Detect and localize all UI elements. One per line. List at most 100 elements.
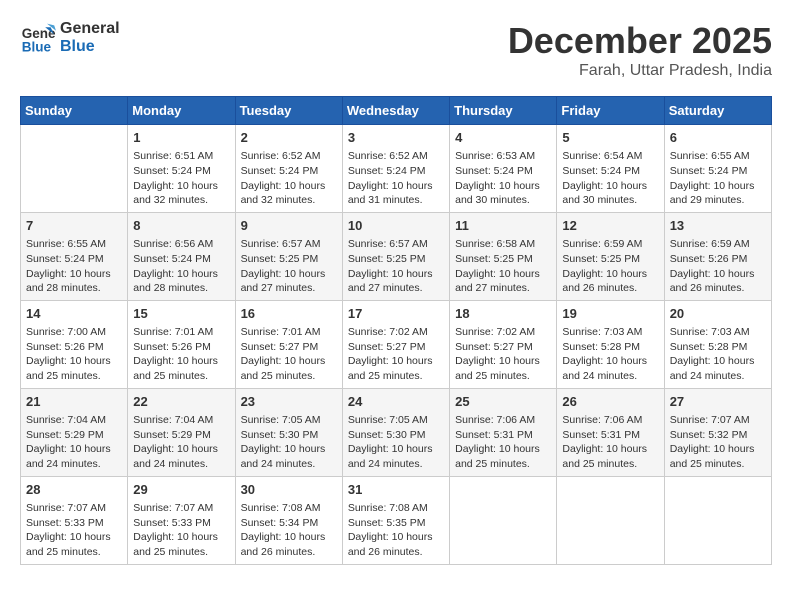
logo-icon: General Blue [20,20,56,56]
day-number: 28 [26,481,122,499]
day-cell: 5 Sunrise: 6:54 AMSunset: 5:24 PMDaylight… [557,125,664,213]
day-info: Sunrise: 6:56 AMSunset: 5:24 PMDaylight:… [133,237,229,296]
day-number: 31 [348,481,444,499]
day-info: Sunrise: 7:07 AMSunset: 5:32 PMDaylight:… [670,413,766,472]
day-number: 8 [133,217,229,235]
day-number: 5 [562,129,658,147]
day-info: Sunrise: 6:53 AMSunset: 5:24 PMDaylight:… [455,149,551,208]
day-info: Sunrise: 7:01 AMSunset: 5:27 PMDaylight:… [241,325,337,384]
day-cell: 2Sunrise: 6:52 AMSunset: 5:24 PMDaylight… [235,125,342,213]
day-info: Sunrise: 6:59 AMSunset: 5:26 PMDaylight:… [670,237,766,296]
day-info: Sunrise: 7:06 AMSunset: 5:31 PMDaylight:… [562,413,658,472]
day-cell: 18 Sunrise: 7:02 AMSunset: 5:27 PMDayligh… [450,300,557,388]
week-row-5: 28 Sunrise: 7:07 AMSunset: 5:33 PMDayligh… [21,476,772,564]
day-number: 26 [562,393,658,411]
day-cell: 14 Sunrise: 7:00 AMSunset: 5:26 PMDayligh… [21,300,128,388]
header-cell-saturday: Saturday [664,97,771,125]
day-info: Sunrise: 7:02 AMSunset: 5:27 PMDaylight:… [455,325,551,384]
week-row-4: 21 Sunrise: 7:04 AMSunset: 5:29 PMDayligh… [21,388,772,476]
day-info: Sunrise: 6:54 AMSunset: 5:24 PMDaylight:… [562,149,658,208]
logo-text-general: General [60,20,120,38]
day-number: 14 [26,305,122,323]
day-info: Sunrise: 6:59 AMSunset: 5:25 PMDaylight:… [562,237,658,296]
day-info: Sunrise: 7:02 AMSunset: 5:27 PMDaylight:… [348,325,444,384]
day-number: 17 [348,305,444,323]
day-info: Sunrise: 6:58 AMSunset: 5:25 PMDaylight:… [455,237,551,296]
day-number: 7 [26,217,122,235]
day-number: 25 [455,393,551,411]
day-cell: 28 Sunrise: 7:07 AMSunset: 5:33 PMDayligh… [21,476,128,564]
day-number: 16 [241,305,337,323]
day-cell: 19 Sunrise: 7:03 AMSunset: 5:28 PMDayligh… [557,300,664,388]
week-row-2: 7 Sunrise: 6:55 AMSunset: 5:24 PMDaylight… [21,212,772,300]
day-info: Sunrise: 6:55 AMSunset: 5:24 PMDaylight:… [26,237,122,296]
day-cell: 17 Sunrise: 7:02 AMSunset: 5:27 PMDayligh… [342,300,449,388]
day-info: Sunrise: 7:03 AMSunset: 5:28 PMDaylight:… [670,325,766,384]
day-cell: 31 Sunrise: 7:08 AMSunset: 5:35 PMDayligh… [342,476,449,564]
day-info: Sunrise: 7:01 AMSunset: 5:26 PMDaylight:… [133,325,229,384]
logo: General Blue General Blue [20,20,120,56]
header-cell-sunday: Sunday [21,97,128,125]
calendar-table: SundayMondayTuesdayWednesdayThursdayFrid… [20,96,772,565]
day-cell: 4 Sunrise: 6:53 AMSunset: 5:24 PMDaylight… [450,125,557,213]
day-number: 20 [670,305,766,323]
week-row-1: 1Sunrise: 6:51 AMSunset: 5:24 PMDaylight… [21,125,772,213]
day-number: 13 [670,217,766,235]
calendar-title-section: December 2025 Farah, Uttar Pradesh, Indi… [508,20,772,80]
day-number: 30 [241,481,337,499]
header-cell-thursday: Thursday [450,97,557,125]
day-cell: 27Sunrise: 7:07 AMSunset: 5:32 PMDayligh… [664,388,771,476]
page-header: General Blue General Blue December 2025 … [20,20,772,80]
calendar-month-year: December 2025 [508,20,772,62]
day-info: Sunrise: 7:04 AMSunset: 5:29 PMDaylight:… [26,413,122,472]
day-cell: 1Sunrise: 6:51 AMSunset: 5:24 PMDaylight… [128,125,235,213]
day-cell: 26 Sunrise: 7:06 AMSunset: 5:31 PMDayligh… [557,388,664,476]
day-cell: 13 Sunrise: 6:59 AMSunset: 5:26 PMDayligh… [664,212,771,300]
day-number: 3 [348,129,444,147]
day-cell: 16 Sunrise: 7:01 AMSunset: 5:27 PMDayligh… [235,300,342,388]
header-cell-friday: Friday [557,97,664,125]
day-cell: 7 Sunrise: 6:55 AMSunset: 5:24 PMDaylight… [21,212,128,300]
day-cell: 10Sunrise: 6:57 AMSunset: 5:25 PMDayligh… [342,212,449,300]
day-number: 18 [455,305,551,323]
day-cell: 25 Sunrise: 7:06 AMSunset: 5:31 PMDayligh… [450,388,557,476]
day-number: 15 [133,305,229,323]
calendar-location: Farah, Uttar Pradesh, India [508,62,772,80]
day-info: Sunrise: 7:00 AMSunset: 5:26 PMDaylight:… [26,325,122,384]
day-cell: 29Sunrise: 7:07 AMSunset: 5:33 PMDayligh… [128,476,235,564]
day-number: 29 [133,481,229,499]
day-cell: 30 Sunrise: 7:08 AMSunset: 5:34 PMDayligh… [235,476,342,564]
day-cell: 15 Sunrise: 7:01 AMSunset: 5:26 PMDayligh… [128,300,235,388]
day-info: Sunrise: 7:04 AMSunset: 5:29 PMDaylight:… [133,413,229,472]
day-info: Sunrise: 6:57 AMSunset: 5:25 PMDaylight:… [348,237,444,296]
day-number: 4 [455,129,551,147]
day-cell [557,476,664,564]
day-cell: 12Sunrise: 6:59 AMSunset: 5:25 PMDayligh… [557,212,664,300]
day-info: Sunrise: 7:08 AMSunset: 5:34 PMDaylight:… [241,501,337,560]
day-number: 2 [241,129,337,147]
header-cell-tuesday: Tuesday [235,97,342,125]
header-cell-monday: Monday [128,97,235,125]
day-number: 21 [26,393,122,411]
day-info: Sunrise: 7:05 AMSunset: 5:30 PMDaylight:… [348,413,444,472]
day-info: Sunrise: 6:51 AMSunset: 5:24 PMDaylight:… [133,149,229,208]
day-info: Sunrise: 7:07 AMSunset: 5:33 PMDaylight:… [26,501,122,560]
day-cell: 11Sunrise: 6:58 AMSunset: 5:25 PMDayligh… [450,212,557,300]
calendar-header-row: SundayMondayTuesdayWednesdayThursdayFrid… [21,97,772,125]
day-cell: 21 Sunrise: 7:04 AMSunset: 5:29 PMDayligh… [21,388,128,476]
header-cell-wednesday: Wednesday [342,97,449,125]
day-info: Sunrise: 7:08 AMSunset: 5:35 PMDaylight:… [348,501,444,560]
day-cell: 3Sunrise: 6:52 AMSunset: 5:24 PMDaylight… [342,125,449,213]
day-cell [450,476,557,564]
day-info: Sunrise: 7:03 AMSunset: 5:28 PMDaylight:… [562,325,658,384]
day-cell [664,476,771,564]
day-cell: 8 Sunrise: 6:56 AMSunset: 5:24 PMDaylight… [128,212,235,300]
day-info: Sunrise: 6:55 AMSunset: 5:24 PMDaylight:… [670,149,766,208]
day-info: Sunrise: 7:06 AMSunset: 5:31 PMDaylight:… [455,413,551,472]
day-number: 19 [562,305,658,323]
day-info: Sunrise: 6:57 AMSunset: 5:25 PMDaylight:… [241,237,337,296]
day-cell: 20 Sunrise: 7:03 AMSunset: 5:28 PMDayligh… [664,300,771,388]
day-number: 6 [670,129,766,147]
day-number: 23 [241,393,337,411]
svg-text:Blue: Blue [22,40,52,55]
